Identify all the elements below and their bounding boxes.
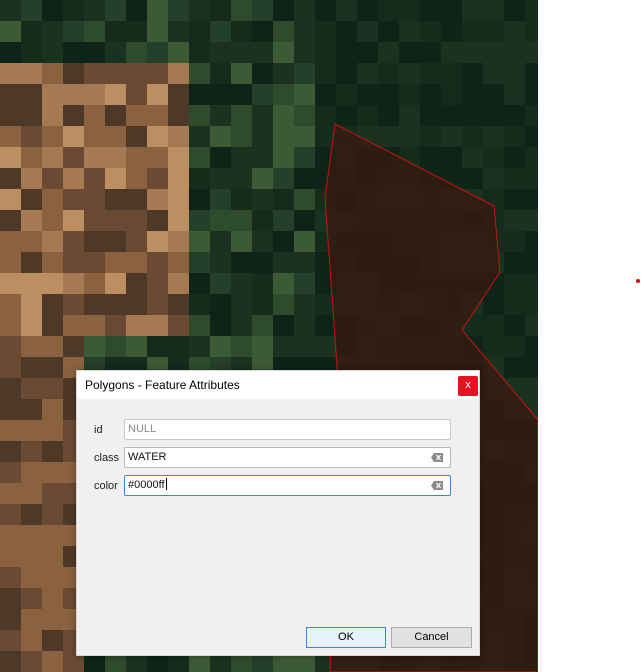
clear-icon[interactable]: [431, 453, 443, 462]
id-field[interactable]: NULL: [124, 419, 451, 440]
dialog-titlebar[interactable]: Polygons - Feature Attributes x: [77, 371, 479, 399]
text-caret: [165, 478, 167, 490]
field-label-class: class: [94, 452, 120, 464]
color-field[interactable]: #0000ff: [124, 475, 451, 496]
field-label-id: id: [94, 424, 103, 436]
vertex-marker: [636, 279, 640, 283]
close-button[interactable]: x: [458, 376, 478, 396]
clear-icon[interactable]: [431, 481, 443, 490]
field-label-color: color: [94, 480, 118, 492]
feature-attributes-dialog: Polygons - Feature Attributes x id NULL …: [76, 370, 480, 656]
id-field-value: NULL: [128, 423, 157, 435]
dialog-title: Polygons - Feature Attributes: [85, 378, 240, 392]
class-field[interactable]: WATER: [124, 447, 451, 468]
class-field-value: WATER: [128, 451, 167, 463]
color-field-text: #0000ff: [128, 476, 167, 495]
cancel-button[interactable]: Cancel: [391, 627, 472, 648]
color-field-value: #0000ff: [128, 479, 165, 491]
ok-button[interactable]: OK: [306, 627, 386, 648]
